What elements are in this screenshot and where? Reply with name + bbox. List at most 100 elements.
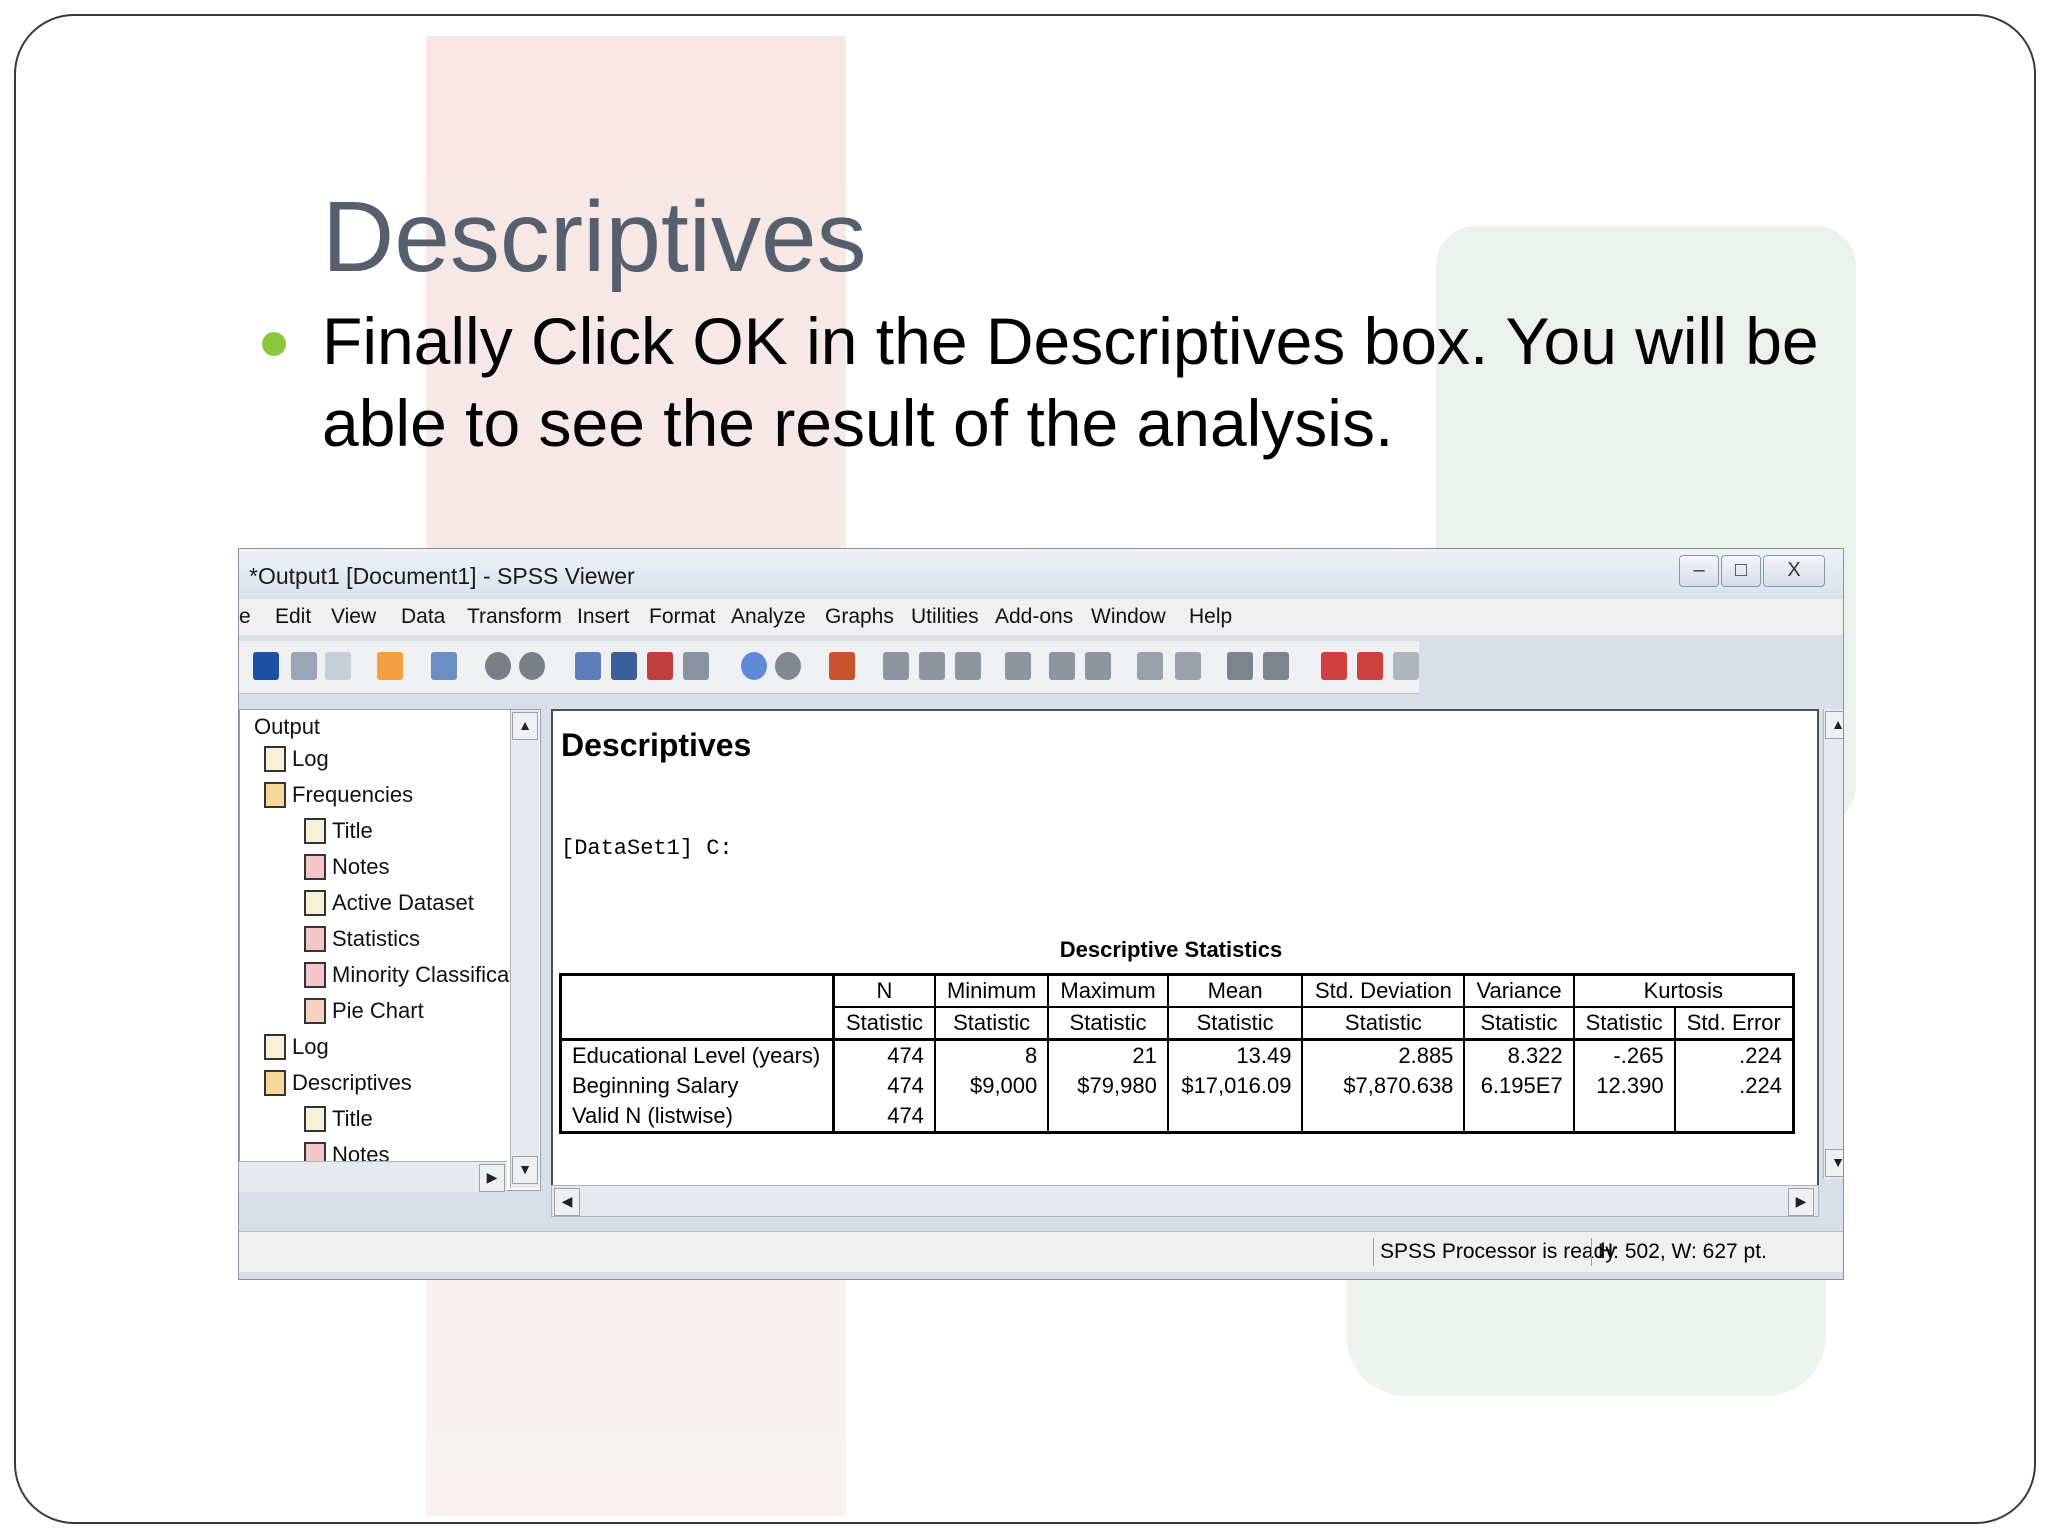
- scroll-up-icon[interactable]: ▲: [1825, 711, 1843, 739]
- table-cell: -.265: [1572, 1039, 1675, 1071]
- table-cell: $79,980: [1047, 1071, 1168, 1101]
- dataset-line: [DataSet1] C:: [561, 836, 733, 861]
- navigator-horizontal-scrollbar[interactable]: ▶: [239, 1161, 507, 1192]
- menu-edit[interactable]: Edit: [275, 605, 311, 629]
- nav-item-statistics[interactable]: Statistics: [332, 926, 420, 952]
- menu-window[interactable]: Window: [1091, 605, 1166, 629]
- subcolumn-header: Statistic: [1301, 1006, 1465, 1041]
- menu-format[interactable]: Format: [649, 605, 716, 629]
- descriptive-statistics-table[interactable]: N Minimum Maximum Mean Std. Deviation Va…: [559, 973, 1795, 1134]
- nav-item-pie-chart[interactable]: Pie Chart: [332, 998, 424, 1024]
- nav-item-title-2[interactable]: Title: [332, 1106, 373, 1132]
- menu-analyze[interactable]: Analyze: [731, 605, 806, 629]
- navigator-vertical-scrollbar[interactable]: ▲ ▼: [510, 710, 539, 1188]
- show-sets-icon[interactable]: [775, 652, 801, 680]
- export-icon[interactable]: [377, 652, 403, 680]
- close-button[interactable]: X: [1763, 555, 1825, 587]
- scroll-up-icon[interactable]: ▲: [512, 712, 538, 740]
- bullet-text: Finally Click OK in the Descriptives box…: [322, 304, 1819, 460]
- table-cell: 6.195E7: [1463, 1071, 1574, 1101]
- nav-item-frequencies[interactable]: Frequencies: [292, 782, 413, 808]
- nav-item-output[interactable]: Output: [254, 714, 320, 740]
- select-last-output-icon[interactable]: [1321, 652, 1347, 680]
- menu-help[interactable]: Help: [1189, 605, 1232, 629]
- subcolumn-header: Std. Error: [1673, 1006, 1794, 1041]
- menu-graphs[interactable]: Graphs: [825, 605, 894, 629]
- table-cell: 474: [832, 1101, 935, 1133]
- insert-heading-icon[interactable]: [883, 652, 909, 680]
- goto-data-icon[interactable]: [575, 652, 601, 680]
- maximize-button[interactable]: □: [1721, 555, 1761, 587]
- notes-toolbar-icon[interactable]: [1393, 652, 1419, 680]
- demote-icon[interactable]: [1085, 652, 1111, 680]
- nav-item-title[interactable]: Title: [332, 818, 373, 844]
- menu-file[interactable]: e: [239, 605, 251, 629]
- menu-insert[interactable]: Insert: [577, 605, 630, 629]
- procedure-icon: [264, 782, 286, 808]
- nav-item-active-dataset[interactable]: Active Dataset: [332, 890, 474, 916]
- collapse-icon[interactable]: [1175, 652, 1201, 680]
- table-cell: 8: [933, 1039, 1049, 1071]
- table-cell: [933, 1101, 1049, 1133]
- row-label: Beginning Salary: [559, 1071, 835, 1101]
- notes-icon: [304, 854, 326, 880]
- table-cell: 21: [1047, 1039, 1168, 1071]
- scroll-left-icon[interactable]: ◀: [554, 1188, 580, 1216]
- create-title-icon[interactable]: [1357, 652, 1383, 680]
- column-header: Minimum: [933, 974, 1049, 1007]
- table-row: Educational Level (years) 474 8 21 13.49…: [559, 1039, 1794, 1071]
- print-preview-icon[interactable]: [325, 652, 351, 680]
- nav-item-notes[interactable]: Notes: [332, 854, 389, 880]
- designate-window-icon[interactable]: [829, 652, 855, 680]
- scroll-right-icon[interactable]: ▶: [479, 1164, 505, 1192]
- scroll-down-icon[interactable]: ▼: [1825, 1149, 1843, 1177]
- menu-view[interactable]: View: [331, 605, 376, 629]
- scroll-down-icon[interactable]: ▼: [512, 1156, 538, 1184]
- recall-dialog-icon[interactable]: [431, 652, 457, 680]
- use-sets-icon[interactable]: [741, 652, 767, 680]
- subcolumn-header: Statistic: [832, 1006, 935, 1041]
- hide-icon[interactable]: [1263, 652, 1289, 680]
- undo-icon[interactable]: [485, 652, 511, 680]
- table-cell: .224: [1673, 1039, 1794, 1071]
- insert-item-icon[interactable]: [1005, 652, 1031, 680]
- procedure-icon: [264, 1070, 286, 1096]
- promote-icon[interactable]: [1049, 652, 1075, 680]
- table-cell: [1673, 1101, 1794, 1133]
- variables-icon[interactable]: [647, 652, 673, 680]
- minimize-button[interactable]: –: [1679, 555, 1719, 587]
- print-icon[interactable]: [291, 652, 317, 680]
- table-cell: [1301, 1101, 1465, 1133]
- column-header: Kurtosis: [1572, 974, 1794, 1007]
- menu-transform[interactable]: Transform: [467, 605, 562, 629]
- nav-item-log[interactable]: Log: [292, 746, 329, 772]
- content-horizontal-scrollbar[interactable]: ◀ ▶: [551, 1185, 1819, 1217]
- goto-case-icon[interactable]: [611, 652, 637, 680]
- output-heading: Descriptives: [561, 727, 752, 763]
- bullet-dot-icon: [262, 332, 286, 356]
- nav-item-log-2[interactable]: Log: [292, 1034, 329, 1060]
- table-cell: [1572, 1101, 1675, 1133]
- find-icon[interactable]: [683, 652, 709, 680]
- menu-addons[interactable]: Add-ons: [995, 605, 1073, 629]
- scroll-right-icon[interactable]: ▶: [1788, 1188, 1814, 1216]
- redo-icon[interactable]: [519, 652, 545, 680]
- save-icon[interactable]: [253, 652, 279, 680]
- expand-icon[interactable]: [1137, 652, 1163, 680]
- table-cell: 8.322: [1463, 1039, 1574, 1071]
- show-icon[interactable]: [1227, 652, 1253, 680]
- table-cell: [1166, 1101, 1303, 1133]
- insert-title-icon[interactable]: [919, 652, 945, 680]
- nav-item-descriptives[interactable]: Descriptives: [292, 1070, 412, 1096]
- title-icon: [304, 1106, 326, 1132]
- processor-status: SPSS Processor is ready: [1373, 1238, 1616, 1266]
- insert-text-icon[interactable]: [955, 652, 981, 680]
- spss-viewer-window: *Output1 [Document1] - SPSS Viewer – □ X…: [238, 548, 1844, 1280]
- window-titlebar[interactable]: *Output1 [Document1] - SPSS Viewer – □ X: [239, 549, 1843, 595]
- menu-utilities[interactable]: Utilities: [911, 605, 979, 629]
- content-vertical-scrollbar[interactable]: ▲ ▼: [1823, 709, 1843, 1179]
- row-label: Valid N (listwise): [559, 1101, 835, 1133]
- menu-data[interactable]: Data: [401, 605, 445, 629]
- nav-item-minority-classification[interactable]: Minority Classificati: [332, 962, 520, 988]
- window-title: *Output1 [Document1] - SPSS Viewer: [249, 563, 635, 589]
